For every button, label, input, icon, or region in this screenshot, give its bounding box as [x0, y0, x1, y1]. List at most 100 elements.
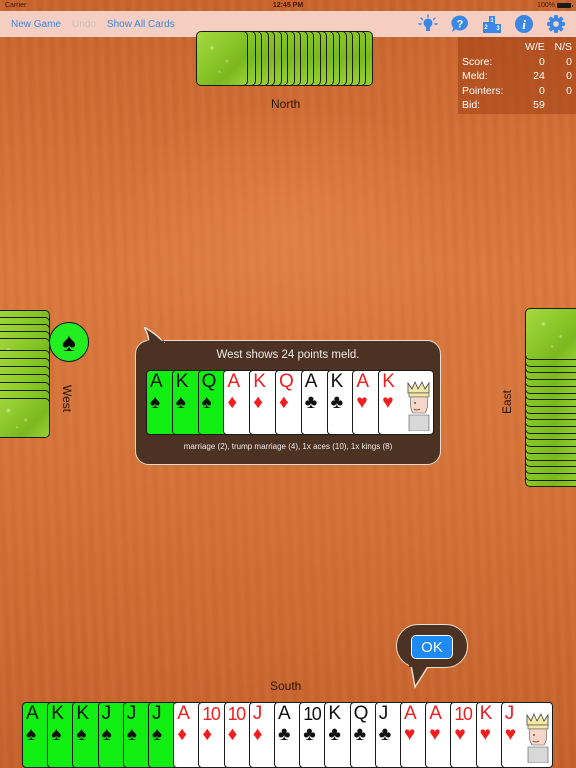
- card-rank: J: [101, 703, 112, 724]
- hint-lightbulb-icon[interactable]: [417, 14, 438, 34]
- clock: 12:45 PM: [272, 2, 304, 9]
- meld-cards: A ♠ K ♠ Q ♠ A ♦ K ♦ Q ♦ A ♣ K ♣ A ♥ K ♥: [146, 370, 436, 437]
- card-rank: J: [126, 703, 137, 724]
- card-rank: J: [152, 703, 162, 724]
- card-rank: K: [51, 703, 64, 724]
- card-back: [196, 31, 248, 86]
- diamond-icon: ♦: [227, 724, 238, 745]
- spade-icon: ♠: [152, 724, 163, 745]
- club-icon: ♣: [353, 724, 367, 745]
- help-icon[interactable]: ?: [449, 14, 470, 34]
- score-ns: 0: [566, 55, 572, 68]
- card-rank: J: [504, 703, 515, 724]
- undo-button[interactable]: Undo: [72, 19, 96, 30]
- seat-label-east: East: [500, 389, 514, 414]
- bid-we: 59: [533, 99, 545, 112]
- card-rank: A: [429, 703, 442, 724]
- spade-icon: ♠: [26, 724, 37, 745]
- card-rank: J: [378, 703, 389, 724]
- spade-icon: ♠: [126, 724, 137, 745]
- west-hand-stack: [0, 310, 52, 440]
- meld-title: West shows 24 points meld.: [216, 349, 360, 361]
- bid-row: Bid: 59: [462, 98, 572, 113]
- bid-ns: [545, 98, 572, 113]
- card-rank: J: [252, 703, 263, 724]
- diamond-icon: ♦: [253, 392, 263, 413]
- ok-button[interactable]: OK: [411, 635, 453, 659]
- leaderboard-icon[interactable]: 2 1 3: [481, 14, 502, 34]
- diamond-icon: ♦: [227, 392, 238, 413]
- heart-icon: ♥: [356, 392, 368, 413]
- meld-we: 24: [533, 70, 545, 83]
- heart-icon: ♥: [454, 724, 466, 745]
- seat-label-south: South: [270, 679, 302, 693]
- column-header-we: W/E: [524, 41, 545, 54]
- card-rank: K: [253, 371, 266, 392]
- card-rank: K: [479, 703, 493, 724]
- meld-bubble: West shows 24 points meld. A ♠ K ♠ Q ♠ A ♦ K ♦ Q ♦ A…: [135, 327, 441, 465]
- heart-icon: ♥: [404, 724, 416, 745]
- diamond-icon: ♦: [177, 724, 187, 745]
- score-panel: W/E N/S Score: 0 0 Meld: 24 0 Pointers: …: [458, 37, 576, 114]
- diamond-icon: ♦: [279, 392, 289, 413]
- spade-icon: ♠: [150, 392, 161, 413]
- card-rank: K: [175, 371, 189, 392]
- face-card-art-icon: [407, 381, 430, 431]
- club-icon: ♣: [278, 724, 291, 745]
- east-hand-stack: [525, 308, 576, 488]
- spade-icon: ♠: [175, 392, 186, 413]
- battery-icon: [557, 3, 573, 8]
- club-icon: ♣: [328, 724, 341, 745]
- trump-suit-badge: ♠: [49, 322, 89, 362]
- card-rank: A: [26, 703, 39, 724]
- pointers-ns: 0: [566, 84, 572, 97]
- diamond-icon: ♦: [252, 724, 263, 745]
- card-rank: Q: [353, 703, 369, 724]
- heart-icon: ♥: [429, 724, 441, 745]
- club-icon: ♣: [304, 392, 318, 413]
- pointers-row: Pointers: 0 0: [462, 84, 572, 99]
- show-all-cards-button[interactable]: Show All Cards: [107, 19, 175, 30]
- bubble-tail: [144, 327, 165, 343]
- card-rank: A: [356, 371, 370, 392]
- card-rank: 10: [454, 704, 473, 724]
- bid-row-label: Bid:: [462, 99, 481, 112]
- meld-description: marriage (2), trump marriage (4), 1x ace…: [183, 442, 393, 451]
- heart-icon: ♥: [479, 724, 491, 745]
- card-rank: A: [278, 703, 291, 724]
- toolbar-icons: ? 2 1 3 i: [417, 14, 566, 34]
- diamond-icon: ♦: [202, 724, 213, 745]
- club-icon: ♣: [330, 392, 344, 413]
- card-rank: A: [304, 371, 318, 392]
- card-back: [525, 308, 576, 360]
- meld-row: Meld: 24 0: [462, 69, 572, 84]
- card-rank: K: [76, 703, 90, 724]
- new-game-button[interactable]: New Game: [11, 19, 61, 30]
- settings-gear-icon[interactable]: [545, 14, 566, 34]
- seat-label-north: North: [271, 97, 301, 111]
- card-rank: K: [328, 703, 342, 724]
- meld-row-label: Meld:: [462, 70, 488, 83]
- score-row-label: Score:: [462, 55, 493, 68]
- spade-icon: ♠: [76, 724, 87, 745]
- card-rank: A: [177, 703, 190, 724]
- heart-icon: ♥: [504, 724, 517, 745]
- meld-card: K ♥: [378, 370, 435, 435]
- seat-label-west: West: [60, 385, 74, 413]
- svg-text:?: ?: [456, 19, 463, 31]
- score-header-row: W/E N/S: [462, 40, 572, 55]
- ok-bubble-tail: [409, 665, 433, 689]
- hand-card[interactable]: J ♥: [500, 702, 553, 768]
- spade-icon: ♠: [62, 327, 76, 357]
- meld-ns: 0: [566, 70, 572, 83]
- south-hand: A ♠ K ♠ K ♠ J ♠ J ♠ J ♠ A ♦ 10 ♦ 10 ♦ J ♦ A ♣ 10 ♣ K ♣ Q ♣ J ♣ A ♥ A ♥ 10 ♥…: [22, 700, 556, 768]
- spade-icon: ♠: [101, 724, 112, 745]
- club-icon: ♣: [303, 724, 316, 745]
- card-rank: Q: [201, 371, 217, 392]
- card-rank: 10: [303, 704, 322, 724]
- north-hand-stack: [196, 31, 377, 87]
- info-icon[interactable]: i: [513, 14, 534, 34]
- pointers-we: 0: [538, 84, 545, 97]
- card-rank: A: [404, 703, 417, 724]
- card-rank: 10: [202, 704, 221, 724]
